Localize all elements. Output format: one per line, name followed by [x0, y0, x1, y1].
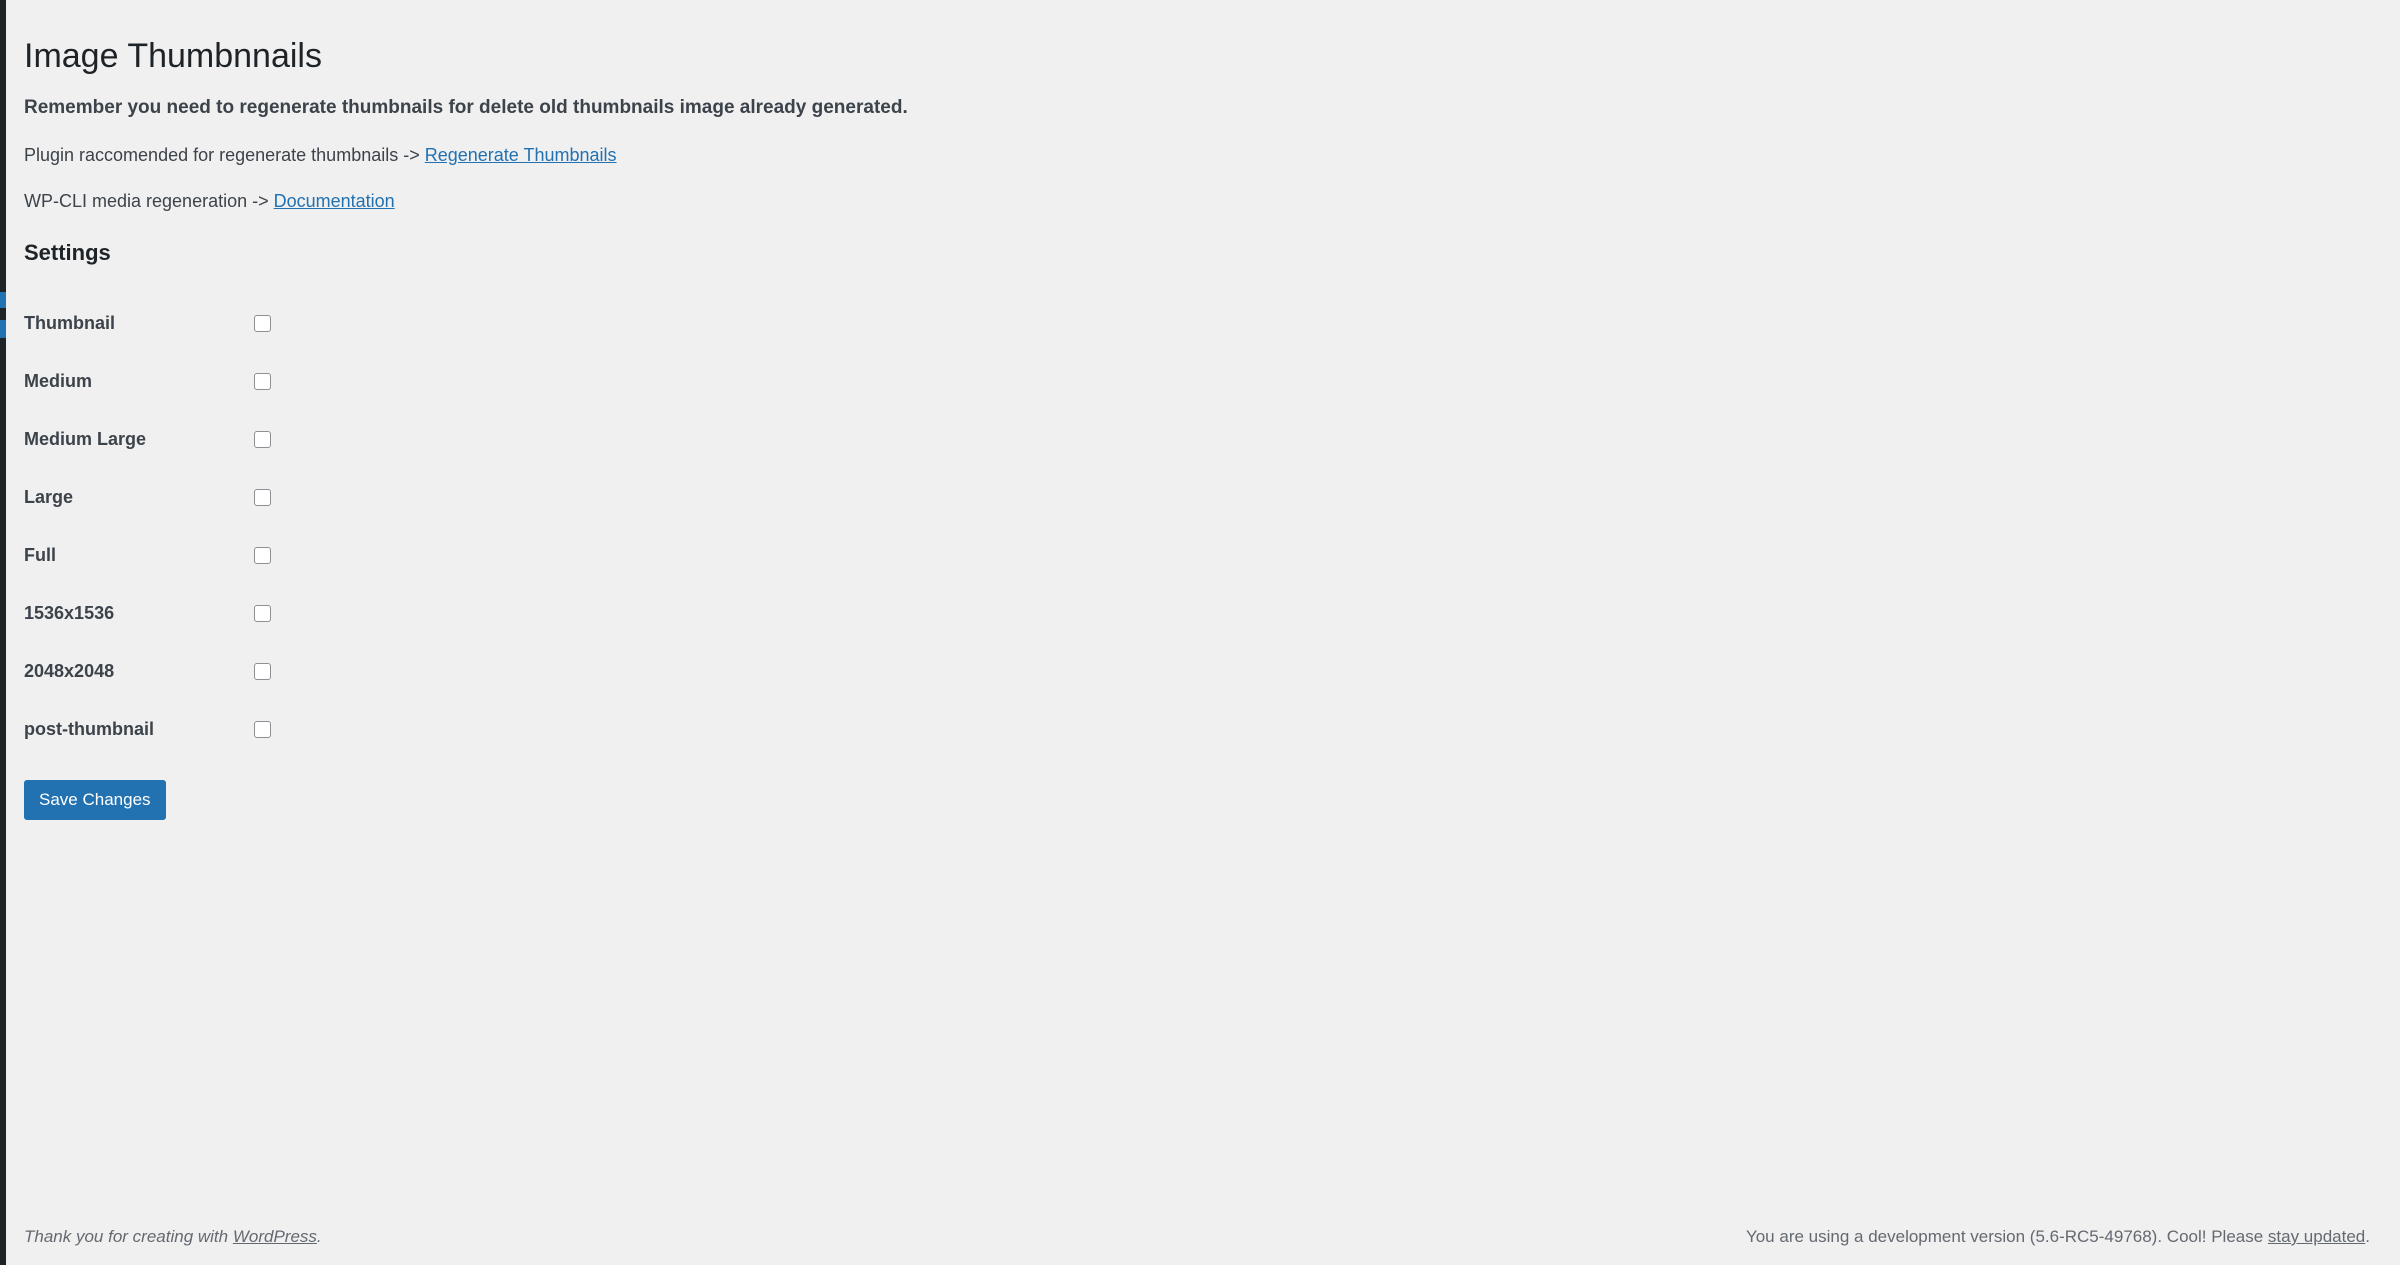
- save-changes-button[interactable]: Save Changes: [24, 780, 166, 821]
- regenerate-thumbnails-link[interactable]: Regenerate Thumbnails: [425, 145, 617, 165]
- stay-updated-link[interactable]: stay updated: [2268, 1227, 2365, 1246]
- footer-thankyou-prefix: Thank you for creating with: [24, 1227, 233, 1246]
- setting-label: Full: [24, 544, 56, 565]
- setting-row: Medium: [24, 352, 2370, 410]
- thumbnail-settings-form: Thumbnail Medium Medium Large Large Full 1536…: [24, 294, 2370, 821]
- setting-label: Medium Large: [24, 428, 147, 449]
- page-title: Image Thumbnnails: [24, 37, 322, 75]
- setting-label: post-thumbnail: [24, 718, 154, 739]
- setting-checkbox[interactable]: [254, 662, 271, 680]
- setting-label: Medium: [24, 370, 93, 391]
- footer-version-notice: You are using a development version (5.6…: [1746, 1227, 2370, 1247]
- setting-label: 2048x2048: [24, 660, 115, 681]
- setting-row: Full: [24, 526, 2370, 584]
- wordpress-link[interactable]: WordPress: [233, 1227, 317, 1246]
- wpcli-line: WP-CLI media regeneration -> Documentati…: [24, 188, 2370, 215]
- setting-label: 1536x1536: [24, 602, 115, 623]
- setting-checkbox[interactable]: [254, 720, 271, 738]
- setting-checkbox[interactable]: [254, 488, 271, 506]
- admin-footer: Thank you for creating with WordPress. Y…: [6, 1209, 2400, 1265]
- setting-label: Large: [24, 486, 74, 507]
- wpcli-prefix: WP-CLI media regeneration ->: [24, 190, 269, 211]
- setting-checkbox[interactable]: [254, 430, 271, 448]
- footer-thankyou: Thank you for creating with WordPress.: [24, 1227, 322, 1247]
- setting-checkbox[interactable]: [254, 546, 271, 564]
- setting-checkbox[interactable]: [254, 604, 271, 622]
- settings-row-list: Thumbnail Medium Medium Large Large Full 1536…: [24, 294, 2370, 758]
- setting-label: Thumbnail: [24, 312, 115, 333]
- setting-row: Medium Large: [24, 410, 2370, 468]
- setting-row: Thumbnail: [24, 294, 2370, 352]
- settings-heading: Settings: [24, 239, 111, 265]
- setting-row: 1536x1536: [24, 584, 2370, 642]
- setting-checkbox[interactable]: [254, 372, 271, 390]
- submit-area: Save Changes: [24, 758, 2370, 821]
- footer-version-suffix: .: [2365, 1227, 2370, 1246]
- setting-row: Large: [24, 468, 2370, 526]
- setting-checkbox[interactable]: [254, 314, 271, 332]
- documentation-link[interactable]: Documentation: [274, 191, 395, 211]
- admin-page-body: Image Thumbnnails Remember you need to r…: [6, 0, 2400, 821]
- footer-version-prefix: You are using a development version (5.6…: [1745, 1227, 2268, 1246]
- regenerate-notice-text: Remember you need to regenerate thumbnai…: [24, 97, 908, 119]
- plugin-recommendation-line: Plugin raccomended for regenerate thumbn…: [24, 142, 2370, 169]
- plugin-recommendation-prefix: Plugin raccomended for regenerate thumbn…: [24, 144, 420, 165]
- admin-content-wrapper: Image Thumbnnails Remember you need to r…: [6, 0, 2400, 1265]
- footer-thankyou-suffix: .: [316, 1227, 322, 1246]
- setting-row: post-thumbnail: [24, 700, 2370, 758]
- setting-row: 2048x2048: [24, 642, 2370, 700]
